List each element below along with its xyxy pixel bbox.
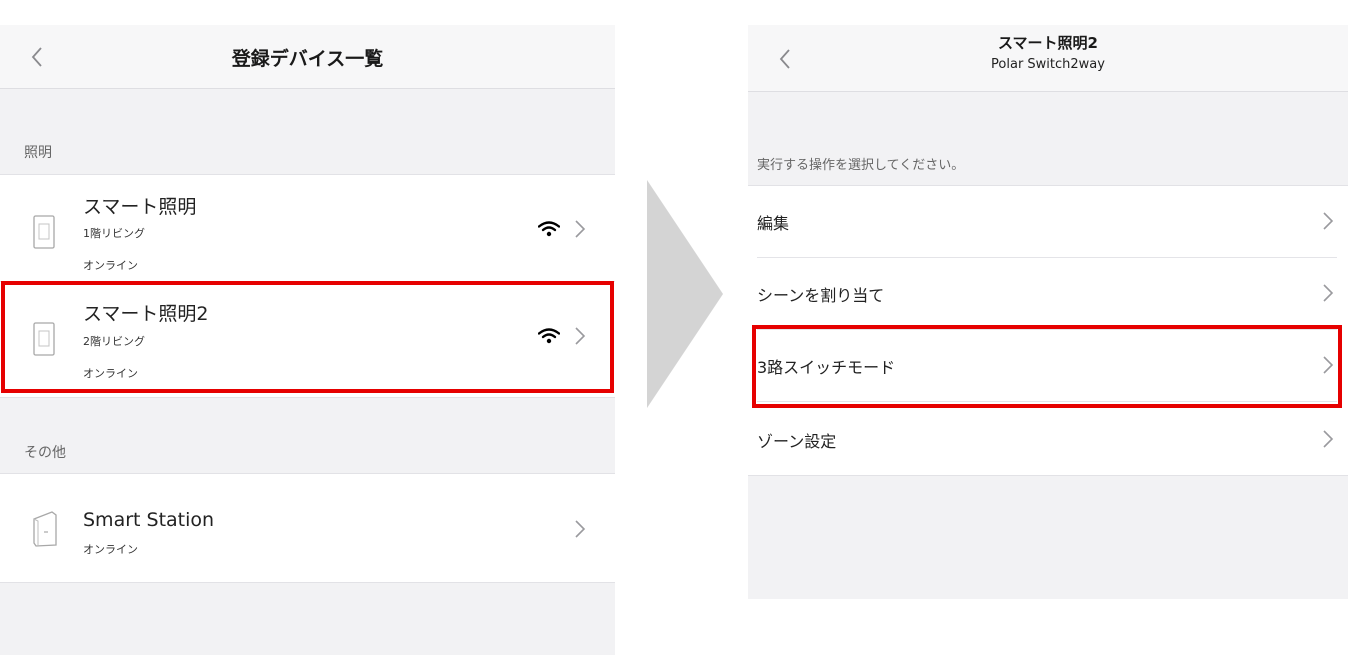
navigation-bar: スマート照明2 Polar Switch2way: [748, 25, 1348, 92]
device-status: オンライン: [83, 543, 138, 556]
menu-item-assign-scene[interactable]: シーンを割り当て: [748, 258, 1348, 326]
smart-station-icon: [33, 511, 57, 547]
page-title: スマート照明2: [998, 34, 1098, 52]
highlight-box: [1, 281, 614, 393]
device-row-smart-light-1[interactable]: スマート照明 1階リビング オンライン: [0, 175, 615, 281]
light-switch-icon: [33, 215, 55, 249]
device-name: スマート照明: [83, 196, 197, 218]
device-operation-screen: スマート照明2 Polar Switch2way 実行する操作を選択してください…: [748, 25, 1348, 599]
chevron-right-icon: [575, 220, 586, 238]
chevron-right-icon: [1323, 212, 1334, 230]
transition-arrow: [647, 180, 723, 408]
menu-item-label: シーンを割り当て: [757, 286, 885, 305]
page-subtitle: Polar Switch2way: [991, 57, 1105, 72]
instruction-text: 実行する操作を選択してください。: [757, 158, 965, 173]
page-title: 登録デバイス一覧: [231, 48, 384, 70]
menu-item-label: 編集: [757, 214, 790, 233]
navigation-bar: 登録デバイス一覧: [0, 25, 615, 89]
section-header-other: その他: [24, 445, 66, 461]
device-status: オンライン: [83, 259, 138, 272]
highlight-box: [752, 325, 1342, 408]
menu-item-edit[interactable]: 編集: [748, 186, 1348, 254]
device-row-smart-station[interactable]: Smart Station オンライン: [0, 474, 615, 582]
other-device-list: Smart Station オンライン: [0, 473, 615, 583]
chevron-right-icon: [1323, 284, 1334, 302]
device-name: Smart Station: [83, 509, 215, 531]
device-room: 1階リビング: [83, 227, 145, 240]
chevron-right-icon: [1323, 430, 1334, 448]
wifi-icon: [538, 221, 560, 237]
chevron-right-icon: [575, 520, 586, 538]
section-header-lighting: 照明: [24, 145, 52, 161]
menu-item-zone-settings[interactable]: ゾーン設定: [748, 402, 1348, 470]
menu-item-label: ゾーン設定: [757, 432, 837, 451]
